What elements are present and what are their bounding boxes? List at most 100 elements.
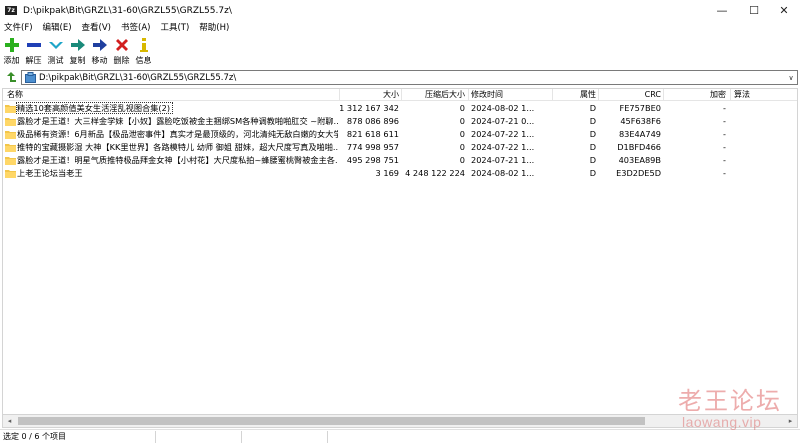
file-encrypted: - — [663, 128, 726, 141]
extract-label: 解压 — [26, 55, 42, 66]
title-bar: 7z D:\pikpak\Bit\GRZL\31-60\GRZL55\GRZL5… — [0, 0, 800, 21]
file-modified: 2024-07-21 1... — [471, 154, 551, 167]
move-arrow-icon — [92, 37, 108, 53]
menu-help[interactable]: 帮助(H) — [194, 21, 234, 35]
col-header-crc[interactable]: CRC — [598, 89, 661, 101]
status-cell-4 — [328, 430, 448, 443]
menu-file[interactable]: 文件(F) — [0, 21, 38, 35]
file-attributes: D — [553, 102, 596, 115]
file-name: 推特的宝藏摄影湿 大神【KK里世界】各路模特儿 幼师 御姐 甜妹，超大尺度写真及… — [16, 141, 338, 154]
status-cell-3 — [242, 430, 327, 443]
address-input[interactable]: D:\pikpak\Bit\GRZL\31-60\GRZL55\GRZL55.7… — [21, 70, 798, 85]
file-list[interactable]: 名称 大小 压缩后大小 修改时间 属性 CRC 加密 算法 精选10套高颜值美女… — [2, 88, 798, 415]
file-encrypted: - — [663, 154, 726, 167]
up-arrow-icon — [4, 71, 17, 84]
folder-icon — [5, 104, 16, 113]
file-packed-size: 0 — [401, 141, 465, 154]
delete-label: 删除 — [114, 55, 130, 66]
delete-icon — [114, 37, 130, 53]
file-name: 上老王论坛当老王 — [16, 167, 338, 180]
file-name-text: 精选10套高颜值美女生活淫乱视图合集(2) — [17, 103, 172, 113]
info-label: 信息 — [136, 55, 152, 66]
file-size: 495 298 751 — [338, 154, 399, 167]
file-crc: 83E4A749 — [598, 128, 661, 141]
col-header-encrypted[interactable]: 加密 — [663, 89, 726, 101]
status-cell-2 — [156, 430, 241, 443]
col-header-size[interactable]: 大小 — [338, 89, 399, 101]
file-attributes: D — [553, 115, 596, 128]
maximize-button[interactable]: ☐ — [738, 0, 770, 21]
col-header-packed-size[interactable]: 压缩后大小 — [401, 89, 465, 101]
chevron-down-icon[interactable]: ∨ — [785, 74, 797, 82]
scroll-thumb[interactable] — [18, 417, 645, 425]
test-label: 测试 — [48, 55, 64, 66]
file-crc: E3D2DE5D — [598, 167, 661, 180]
close-button[interactable]: ✕ — [768, 0, 800, 21]
file-method — [734, 128, 794, 141]
file-packed-size: 0 — [401, 154, 465, 167]
copy-button[interactable]: 复制 — [67, 36, 88, 66]
table-row[interactable]: 推特的宝藏摄影湿 大神【KK里世界】各路模特儿 幼师 御姐 甜妹，超大尺度写真及… — [3, 141, 798, 154]
file-modified: 2024-07-21 0... — [471, 115, 551, 128]
folder-icon — [5, 130, 16, 139]
file-crc: FE757BE0 — [598, 102, 661, 115]
extract-button[interactable]: 解压 — [23, 36, 44, 66]
table-row[interactable]: 极品稀有资源！6月新品【极品泄密事件】真实才是最顶级的，河北清纯无敌白嫩的女大学… — [3, 128, 798, 141]
add-button[interactable]: 添加 — [1, 36, 22, 66]
file-method — [734, 141, 794, 154]
window-title: D:\pikpak\Bit\GRZL\31-60\GRZL55\GRZL55.7… — [23, 6, 232, 16]
file-method — [734, 102, 794, 115]
table-row[interactable]: 上老王论坛当老王 3 169 4 248 122 224 2024-08-02 … — [3, 167, 798, 180]
folder-icon — [5, 143, 16, 152]
app-icon: 7z — [5, 6, 17, 15]
move-button[interactable]: 移动 — [89, 36, 110, 66]
file-attributes: D — [553, 167, 596, 180]
file-name: 露脸才是王道！大三样金学妹【小奴】露脸吃饭被金主捆绑SM各种调教啪啪肛交 ~附聊… — [16, 115, 338, 128]
file-modified: 2024-08-02 1... — [471, 102, 551, 115]
menu-view[interactable]: 查看(V) — [77, 21, 116, 35]
horizontal-scrollbar[interactable]: ◂ ▸ — [2, 415, 798, 428]
file-size: 3 169 — [338, 167, 399, 180]
file-modified: 2024-07-22 1... — [471, 128, 551, 141]
col-header-method[interactable]: 算法 — [734, 89, 794, 101]
folder-icon — [5, 117, 16, 126]
delete-button[interactable]: 删除 — [111, 36, 132, 66]
info-button[interactable]: 信息 — [133, 36, 154, 66]
table-row[interactable]: 露脸才是王道！明星气质推特极品拜金女神【小村花】大尺度私拍~蜂腰蜜桃臀被金主各.… — [3, 154, 798, 167]
add-label: 添加 — [4, 55, 20, 66]
menu-edit[interactable]: 编辑(E) — [38, 21, 77, 35]
menu-tools[interactable]: 工具(T) — [155, 21, 194, 35]
scroll-right-icon[interactable]: ▸ — [784, 415, 797, 427]
minus-icon — [26, 37, 42, 53]
file-crc: 403EA89B — [598, 154, 661, 167]
copy-arrow-icon — [70, 37, 86, 53]
archive-icon — [25, 72, 36, 83]
test-button[interactable]: 测试 — [45, 36, 66, 66]
table-row[interactable]: 精选10套高颜值美女生活淫乱视图合集(2) 1 312 167 342 0 20… — [3, 102, 798, 115]
scroll-left-icon[interactable]: ◂ — [3, 415, 16, 427]
minimize-button[interactable]: — — [706, 0, 738, 21]
table-row[interactable]: 露脸才是王道！大三样金学妹【小奴】露脸吃饭被金主捆绑SM各种调教啪啪肛交 ~附聊… — [3, 115, 798, 128]
file-modified: 2024-07-22 1... — [471, 141, 551, 154]
file-encrypted: - — [663, 167, 726, 180]
info-icon — [136, 37, 152, 53]
file-packed-size: 4 248 122 224 — [401, 167, 465, 180]
move-label: 移动 — [92, 55, 108, 66]
col-header-attributes[interactable]: 属性 — [553, 89, 596, 101]
menu-bookmarks[interactable]: 书签(A) — [116, 21, 155, 35]
file-size: 821 618 611 — [338, 128, 399, 141]
folder-icon — [5, 169, 16, 178]
menu-bar: 文件(F) 编辑(E) 查看(V) 书签(A) 工具(T) 帮助(H) — [0, 21, 800, 35]
up-folder-button[interactable] — [2, 70, 18, 86]
file-packed-size: 0 — [401, 128, 465, 141]
address-path: D:\pikpak\Bit\GRZL\31-60\GRZL55\GRZL55.7… — [39, 73, 785, 83]
file-attributes: D — [553, 154, 596, 167]
file-attributes: D — [553, 141, 596, 154]
plus-icon — [4, 37, 20, 53]
col-header-modified[interactable]: 修改时间 — [471, 89, 551, 101]
folder-icon — [5, 156, 16, 165]
file-name: 极品稀有资源！6月新品【极品泄密事件】真实才是最顶级的，河北清纯无敌白嫩的女大学… — [16, 128, 338, 141]
col-header-name[interactable]: 名称 — [7, 89, 327, 101]
file-packed-size: 0 — [401, 115, 465, 128]
file-size: 774 998 957 — [338, 141, 399, 154]
